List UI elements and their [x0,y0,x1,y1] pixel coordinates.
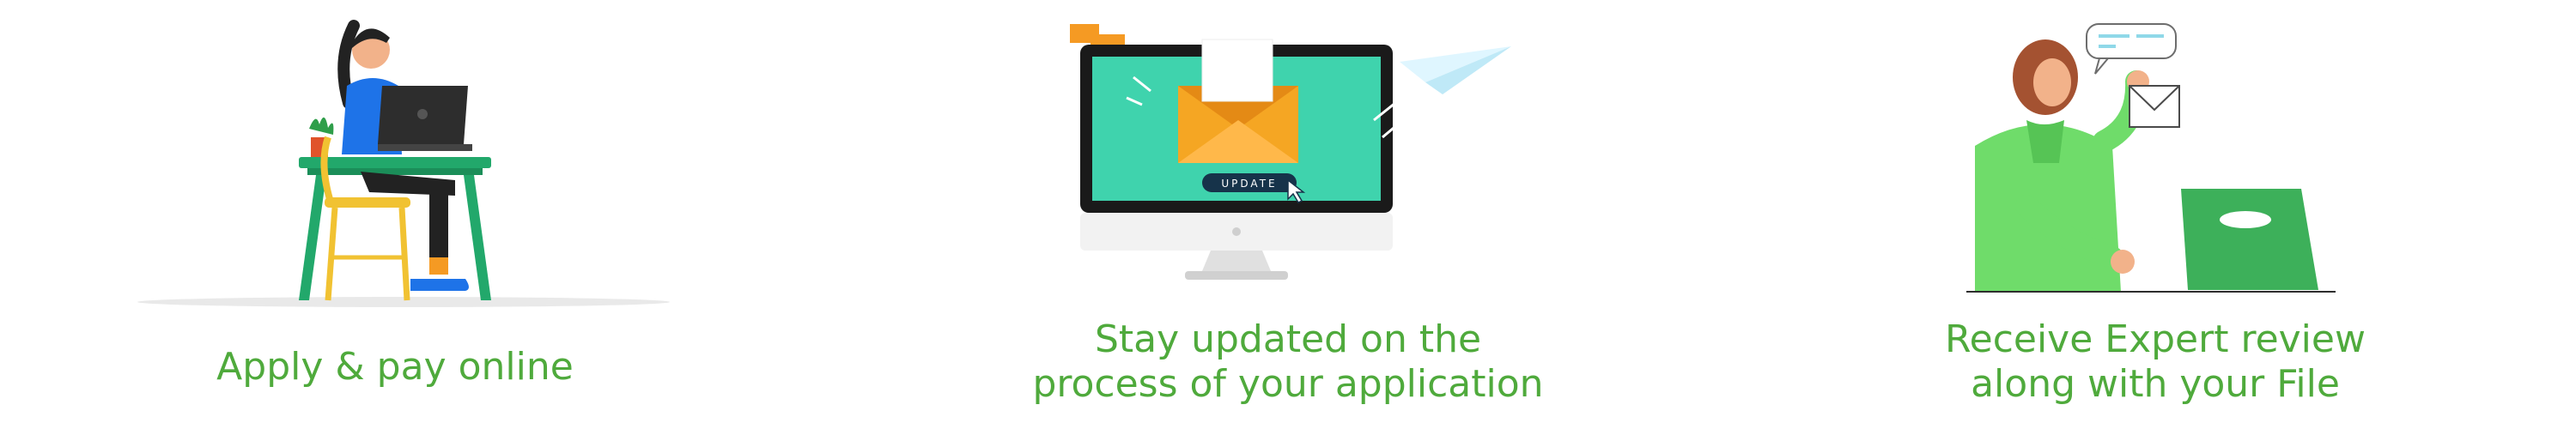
step-caption: Stay updated on the process of your appl… [859,317,1717,407]
step-updates: UPDATE Stay updated on the process of yo… [859,0,1717,429]
step-caption: Apply & pay online [0,345,790,390]
mail-envelope-icon [2129,85,2180,128]
caption-line: Apply & pay online [216,345,574,389]
caption-line: Receive Expert review [1945,317,2366,361]
step-review: Receive Expert review along with your Fi… [1769,0,2542,429]
file-folder-icon [2181,189,2318,290]
update-badge-text: UPDATE [1221,178,1277,190]
step-caption: Receive Expert review along with your Fi… [1769,317,2542,407]
floor-shadow [137,297,670,307]
monitor-envelope-illustration: UPDATE [1070,24,1511,280]
caption-line: along with your File [1971,362,2340,406]
laptop-icon [378,86,472,151]
step-apply: Apply & pay online [0,0,790,429]
caption-line: process of your application [1032,362,1544,406]
speech-bubble-icon [2086,23,2177,75]
caption-line: Stay updated on the [1094,317,1482,361]
woman-mail-illustration [1966,23,2336,293]
woman-laptop-illustration [137,20,670,307]
woman-figure [1975,39,2149,292]
paper-plane-icon [1373,46,1511,139]
